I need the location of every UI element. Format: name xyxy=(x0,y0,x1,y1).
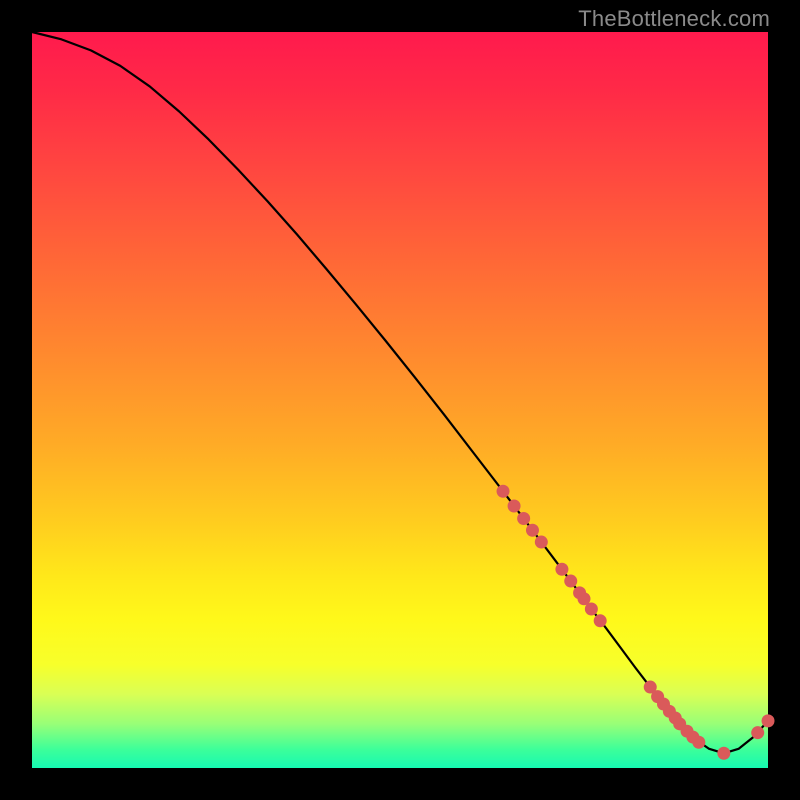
marker-dot xyxy=(555,563,568,576)
markers-group xyxy=(497,485,775,760)
marker-dot xyxy=(692,736,705,749)
chart-svg xyxy=(32,32,768,768)
marker-dot xyxy=(717,747,730,760)
marker-dot xyxy=(594,614,607,627)
plot-area xyxy=(32,32,768,768)
curve-line xyxy=(32,32,768,753)
marker-dot xyxy=(585,603,598,616)
watermark-text: TheBottleneck.com xyxy=(578,6,770,32)
marker-dot xyxy=(517,512,530,525)
marker-dot xyxy=(535,536,548,549)
marker-dot xyxy=(751,726,764,739)
marker-dot xyxy=(762,714,775,727)
marker-dot xyxy=(564,575,577,588)
marker-dot xyxy=(508,499,521,512)
marker-dot xyxy=(526,524,539,537)
chart-stage: TheBottleneck.com xyxy=(0,0,800,800)
marker-dot xyxy=(497,485,510,498)
